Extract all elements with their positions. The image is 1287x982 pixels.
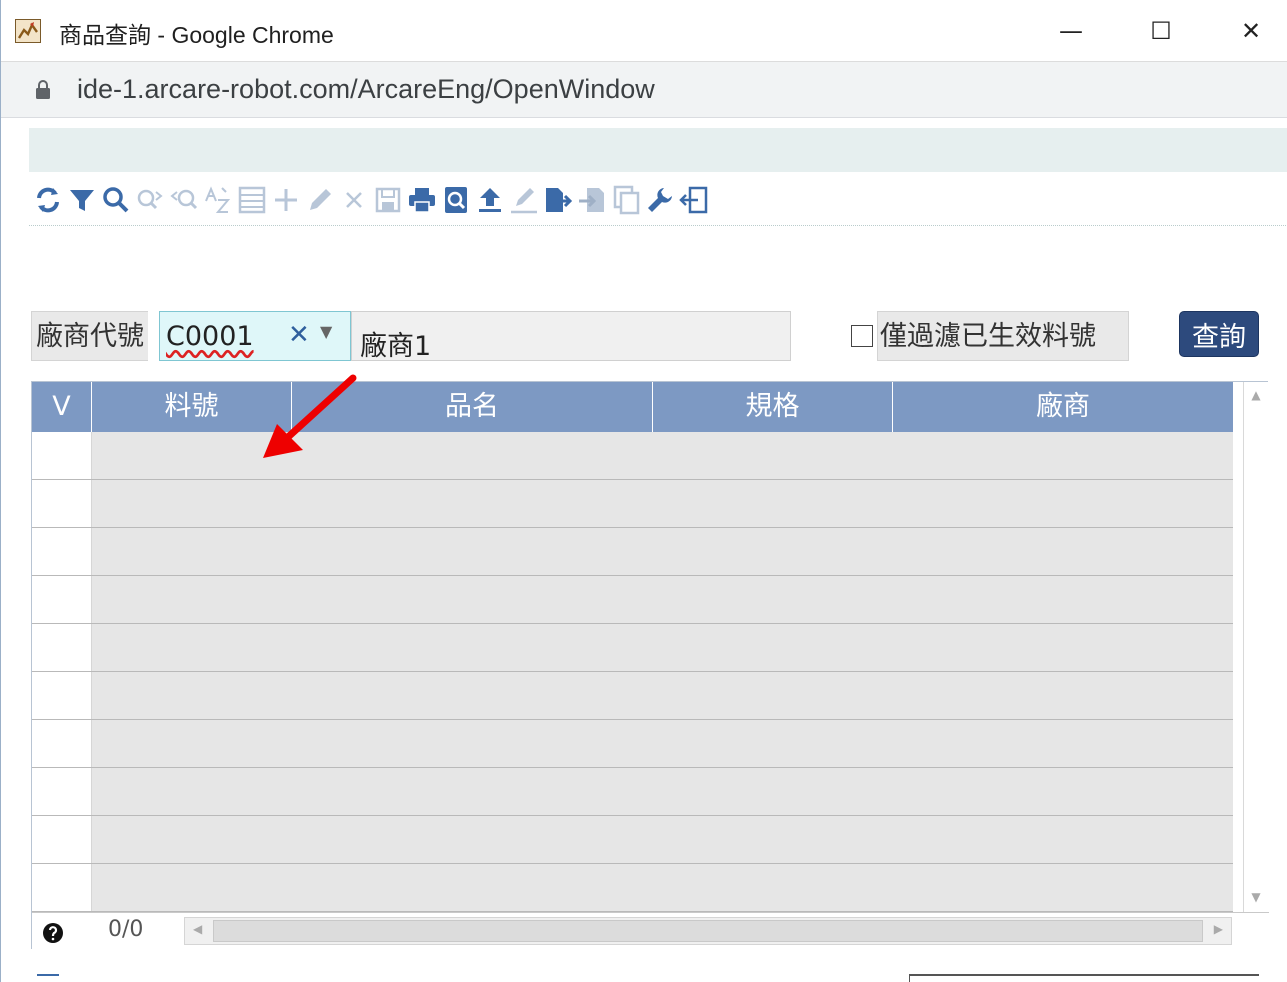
table-row[interactable] <box>32 624 1233 672</box>
window-title: 商品查詢 - Google Chrome <box>59 22 334 48</box>
table-row[interactable] <box>32 528 1233 576</box>
grid-body <box>32 432 1233 912</box>
url-text[interactable]: ide-1.arcare-robot.com/ArcareEng/OpenWin… <box>77 74 655 105</box>
export-icon[interactable] <box>541 179 575 221</box>
maximize-button[interactable]: ☐ <box>1133 8 1189 54</box>
table-row[interactable] <box>32 576 1233 624</box>
row-cell[interactable] <box>92 720 1233 767</box>
minimize-button[interactable]: — <box>1043 8 1099 54</box>
clear-icon[interactable]: ✕ <box>288 320 310 350</box>
horizontal-scrollbar[interactable]: ◀ ▶ <box>184 917 1232 945</box>
pager-status: 0/0 <box>108 917 144 942</box>
row-cell[interactable] <box>92 624 1233 671</box>
sign-icon[interactable] <box>507 179 541 221</box>
add-icon[interactable] <box>269 179 303 221</box>
tools-icon[interactable] <box>643 179 677 221</box>
vendor-code-value[interactable]: C0001 <box>166 321 254 352</box>
lock-icon <box>35 80 51 100</box>
grid-header: V 料號 品名 規格 廠商 <box>32 382 1233 432</box>
scroll-down-icon[interactable]: ▼ <box>1248 890 1264 906</box>
table-row[interactable] <box>32 672 1233 720</box>
save-icon[interactable] <box>371 179 405 221</box>
vertical-scrollbar[interactable]: ▲ ▼ <box>1243 382 1269 912</box>
table-row[interactable] <box>32 768 1233 816</box>
query-button[interactable]: 查詢 <box>1179 311 1259 357</box>
filter-icon[interactable] <box>65 179 99 221</box>
print-icon[interactable] <box>405 179 439 221</box>
column-header-v[interactable]: V <box>32 382 92 432</box>
column-header-spec[interactable]: 規格 <box>653 382 893 432</box>
vendor-code-combobox[interactable]: C0001 ✕ ▼ <box>159 311 351 361</box>
row-cell[interactable] <box>92 816 1233 863</box>
row-cell[interactable] <box>92 528 1233 575</box>
row-select-cell[interactable] <box>32 432 92 479</box>
exit-icon[interactable] <box>677 179 711 221</box>
find-next-icon[interactable] <box>133 179 167 221</box>
vendor-name-value: 廠商1 <box>360 331 432 362</box>
active-items-checkbox[interactable] <box>851 325 873 347</box>
title-bar: 商品查詢 - Google Chrome — ☐ ✕ <box>1 0 1287 62</box>
sort-az-icon[interactable] <box>201 179 235 221</box>
row-select-cell[interactable] <box>32 480 92 527</box>
list-icon[interactable] <box>235 179 269 221</box>
help-icon[interactable] <box>42 922 64 944</box>
active-items-label[interactable]: 僅過濾已生效料號 <box>877 311 1129 361</box>
app-logo-icon <box>15 19 41 43</box>
filter-row: 廠商代號 C0001 ✕ ▼ 廠商1 僅過濾已生效料號 查詢 <box>31 311 1266 363</box>
scroll-right-icon[interactable]: ▶ <box>1214 922 1223 936</box>
edit-icon[interactable] <box>303 179 337 221</box>
bottom-icon-fragment <box>37 974 59 982</box>
active-items-filter[interactable]: 僅過濾已生效料號 <box>851 311 1129 361</box>
row-select-cell[interactable] <box>32 816 92 863</box>
bottom-pager-fragment <box>909 974 1259 982</box>
delete-icon[interactable] <box>337 179 371 221</box>
row-select-cell[interactable] <box>32 864 92 911</box>
table-row[interactable] <box>32 816 1233 864</box>
row-select-cell[interactable] <box>32 528 92 575</box>
column-header-item-no[interactable]: 料號 <box>92 382 292 432</box>
column-header-vendor[interactable]: 廠商 <box>893 382 1233 432</box>
search-icon[interactable] <box>99 179 133 221</box>
row-cell[interactable] <box>92 864 1233 911</box>
row-select-cell[interactable] <box>32 720 92 767</box>
table-row[interactable] <box>32 864 1233 912</box>
close-button[interactable]: ✕ <box>1223 8 1279 54</box>
scroll-up-icon[interactable]: ▲ <box>1248 388 1264 404</box>
import-icon[interactable] <box>575 179 609 221</box>
preview-icon[interactable] <box>439 179 473 221</box>
results-grid: V 料號 品名 規格 廠商 ▲ ▼ 0/0 ◀ ▶ <box>31 381 1269 950</box>
vendor-code-label: 廠商代號 <box>31 311 148 361</box>
table-row[interactable] <box>32 432 1233 480</box>
address-bar[interactable]: ide-1.arcare-robot.com/ArcareEng/OpenWin… <box>1 62 1287 118</box>
copy-icon[interactable] <box>609 179 643 221</box>
scroll-thumb[interactable] <box>213 920 1203 942</box>
column-header-item-name[interactable]: 品名 <box>292 382 653 432</box>
chevron-down-icon[interactable]: ▼ <box>320 322 332 341</box>
scroll-left-icon[interactable]: ◀ <box>193 922 202 936</box>
row-select-cell[interactable] <box>32 672 92 719</box>
grid-footer: 0/0 ◀ ▶ <box>32 912 1269 950</box>
row-select-cell[interactable] <box>32 576 92 623</box>
page-content: 廠商代號 C0001 ✕ ▼ 廠商1 僅過濾已生效料號 查詢 V 料號 品名 規… <box>9 118 1287 982</box>
browser-window: 商品查詢 - Google Chrome — ☐ ✕ ide-1.arcare-… <box>0 0 1287 982</box>
table-row[interactable] <box>32 480 1233 528</box>
vendor-name-field: 廠商1 <box>351 311 791 362</box>
row-select-cell[interactable] <box>32 768 92 815</box>
header-strip <box>29 128 1287 172</box>
row-cell[interactable] <box>92 576 1233 623</box>
row-cell[interactable] <box>92 480 1233 527</box>
row-cell[interactable] <box>92 672 1233 719</box>
find-prev-icon[interactable] <box>167 179 201 221</box>
row-cell[interactable] <box>92 432 1233 479</box>
upload-icon[interactable] <box>473 179 507 221</box>
table-row[interactable] <box>32 720 1233 768</box>
toolbar <box>29 174 1287 226</box>
refresh-icon[interactable] <box>31 179 65 221</box>
row-cell[interactable] <box>92 768 1233 815</box>
row-select-cell[interactable] <box>32 624 92 671</box>
